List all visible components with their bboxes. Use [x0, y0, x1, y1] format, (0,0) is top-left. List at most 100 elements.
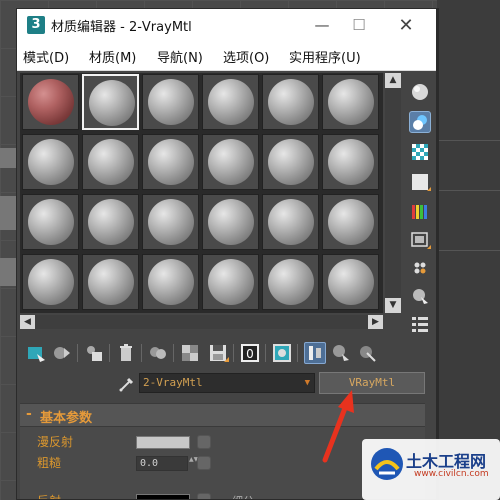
- sample-slot[interactable]: [82, 134, 139, 190]
- make-unique-icon: [182, 345, 198, 361]
- go-forward-to-sibling-icon: [360, 346, 376, 362]
- sample-slot[interactable]: [262, 194, 319, 250]
- material-sphere-preview: [328, 139, 374, 185]
- sample-slot[interactable]: [22, 194, 79, 250]
- pick-material-from-object-button[interactable]: [117, 374, 137, 394]
- sample-slot[interactable]: [202, 254, 259, 310]
- subdivs-label: 细分: [232, 493, 254, 499]
- scroll-down-button[interactable]: ▼: [385, 298, 401, 313]
- diffuse-color-swatch[interactable]: [136, 436, 190, 449]
- material-id-channel-button[interactable]: 0: [239, 342, 261, 364]
- put-to-scene-button[interactable]: [51, 342, 73, 364]
- material-name-field[interactable]: 2-VrayMtl ▼: [139, 373, 315, 393]
- material-sphere-preview: [268, 139, 314, 185]
- video-color-check-button[interactable]: [409, 201, 431, 223]
- options-button[interactable]: [409, 257, 431, 279]
- toolbar-separator: [109, 344, 110, 362]
- sample-slot[interactable]: [142, 254, 199, 310]
- material-type-button[interactable]: VRayMtl: [319, 372, 425, 394]
- menu-utilities[interactable]: 实用程序(U): [289, 47, 361, 66]
- sample-slot[interactable]: [322, 194, 379, 250]
- rollout-title: 基本参数: [40, 411, 93, 426]
- scroll-left-button[interactable]: ◀: [20, 315, 35, 329]
- reflect-color-swatch[interactable]: [136, 494, 190, 499]
- sample-type-sphere-button[interactable]: [409, 81, 431, 103]
- horizontal-scrollbar[interactable]: [20, 315, 383, 329]
- material-id-channel-icon: 0: [241, 344, 259, 362]
- menu-mode[interactable]: 模式(D): [23, 47, 69, 66]
- material-sphere-preview: [328, 259, 374, 305]
- basic-parameters-rollout-header[interactable]: - 基本参数: [20, 404, 425, 427]
- minimize-button[interactable]: —: [303, 9, 341, 42]
- assign-to-selection-button[interactable]: [83, 342, 105, 364]
- material-sphere-preview: [268, 259, 314, 305]
- backlight-button[interactable]: [409, 111, 431, 133]
- panel-divider: [437, 250, 500, 251]
- material-navigator-button[interactable]: [409, 313, 431, 335]
- sample-slot[interactable]: [22, 74, 79, 130]
- menu-material[interactable]: 材质(M): [89, 47, 136, 66]
- reflect-map-button[interactable]: [197, 493, 211, 499]
- scroll-right-button[interactable]: ▶: [368, 315, 383, 329]
- close-button[interactable]: ✕: [387, 9, 425, 42]
- sample-slot[interactable]: [22, 254, 79, 310]
- show-shaded-map-button[interactable]: [271, 342, 293, 364]
- vertical-scrollbar[interactable]: [385, 73, 401, 313]
- make-copy-icon: [150, 347, 166, 359]
- title-bar[interactable]: 3 材质编辑器 - 2-VrayMtl — ☐ ✕: [17, 9, 436, 42]
- material-sphere-preview: [148, 79, 194, 125]
- reflect-label: 反射: [37, 492, 61, 499]
- reset-map-button[interactable]: [115, 342, 137, 364]
- maximize-button[interactable]: ☐: [340, 9, 378, 42]
- assign-to-selection-icon: [87, 346, 102, 361]
- sample-slot[interactable]: [322, 134, 379, 190]
- sample-slot[interactable]: [322, 74, 379, 130]
- material-sphere-preview: [28, 259, 74, 305]
- dropdown-arrow-icon[interactable]: ▼: [305, 374, 310, 392]
- roughness-spinner-arrows-icon[interactable]: ▲▼: [189, 456, 198, 471]
- go-forward-to-sibling-button[interactable]: [356, 342, 378, 364]
- sample-slot[interactable]: [22, 134, 79, 190]
- get-material-button[interactable]: [25, 342, 47, 364]
- sample-slot[interactable]: [262, 74, 319, 130]
- scroll-up-button[interactable]: ▲: [385, 73, 401, 88]
- sample-uv-tiling-button[interactable]: [409, 171, 431, 193]
- sample-slot[interactable]: [202, 194, 259, 250]
- sample-slot[interactable]: [262, 254, 319, 310]
- sample-slot[interactable]: [82, 194, 139, 250]
- sample-slot[interactable]: [142, 74, 199, 130]
- sample-slot[interactable]: [142, 194, 199, 250]
- checker-background-button[interactable]: [409, 141, 431, 163]
- menu-bar: 模式(D) 材质(M) 导航(N) 选项(O) 实用程序(U): [17, 42, 436, 71]
- put-to-library-button[interactable]: [207, 342, 229, 364]
- roughness-spinner[interactable]: 0.0: [136, 456, 188, 471]
- toolbar-separator: [233, 344, 234, 362]
- sample-slot[interactable]: [322, 254, 379, 310]
- 3dsmax-app-icon: 3: [27, 16, 45, 34]
- sample-slot[interactable]: [142, 134, 199, 190]
- select-by-material-button[interactable]: [409, 285, 431, 307]
- sample-slot[interactable]: [82, 74, 139, 130]
- make-unique-button[interactable]: [179, 342, 201, 364]
- toolbar-separator: [77, 344, 78, 362]
- toolbar-separator: [265, 344, 266, 362]
- viewport-strip: [0, 148, 16, 168]
- screen: 3 材质编辑器 - 2-VrayMtl — ☐ ✕ 模式(D) 材质(M) 导航…: [0, 0, 500, 500]
- make-preview-button[interactable]: [409, 229, 431, 251]
- go-to-parent-icon: [333, 345, 349, 361]
- make-copy-button[interactable]: [147, 342, 169, 364]
- panel-divider: [437, 190, 500, 191]
- menu-navigation[interactable]: 导航(N): [157, 47, 203, 66]
- toolbar-separator: [141, 344, 142, 362]
- sample-slot[interactable]: [82, 254, 139, 310]
- material-name-row: 2-VrayMtl ▼ VRayMtl: [17, 369, 436, 399]
- roughness-map-button[interactable]: [197, 456, 211, 470]
- menu-options[interactable]: 选项(O): [223, 47, 269, 66]
- diffuse-map-button[interactable]: [197, 435, 211, 449]
- sample-slot[interactable]: [202, 134, 259, 190]
- sample-slot[interactable]: [262, 134, 319, 190]
- material-sphere-preview: [268, 79, 314, 125]
- sample-slot[interactable]: [202, 74, 259, 130]
- show-end-result-button[interactable]: [304, 342, 326, 364]
- go-to-parent-button[interactable]: [330, 342, 352, 364]
